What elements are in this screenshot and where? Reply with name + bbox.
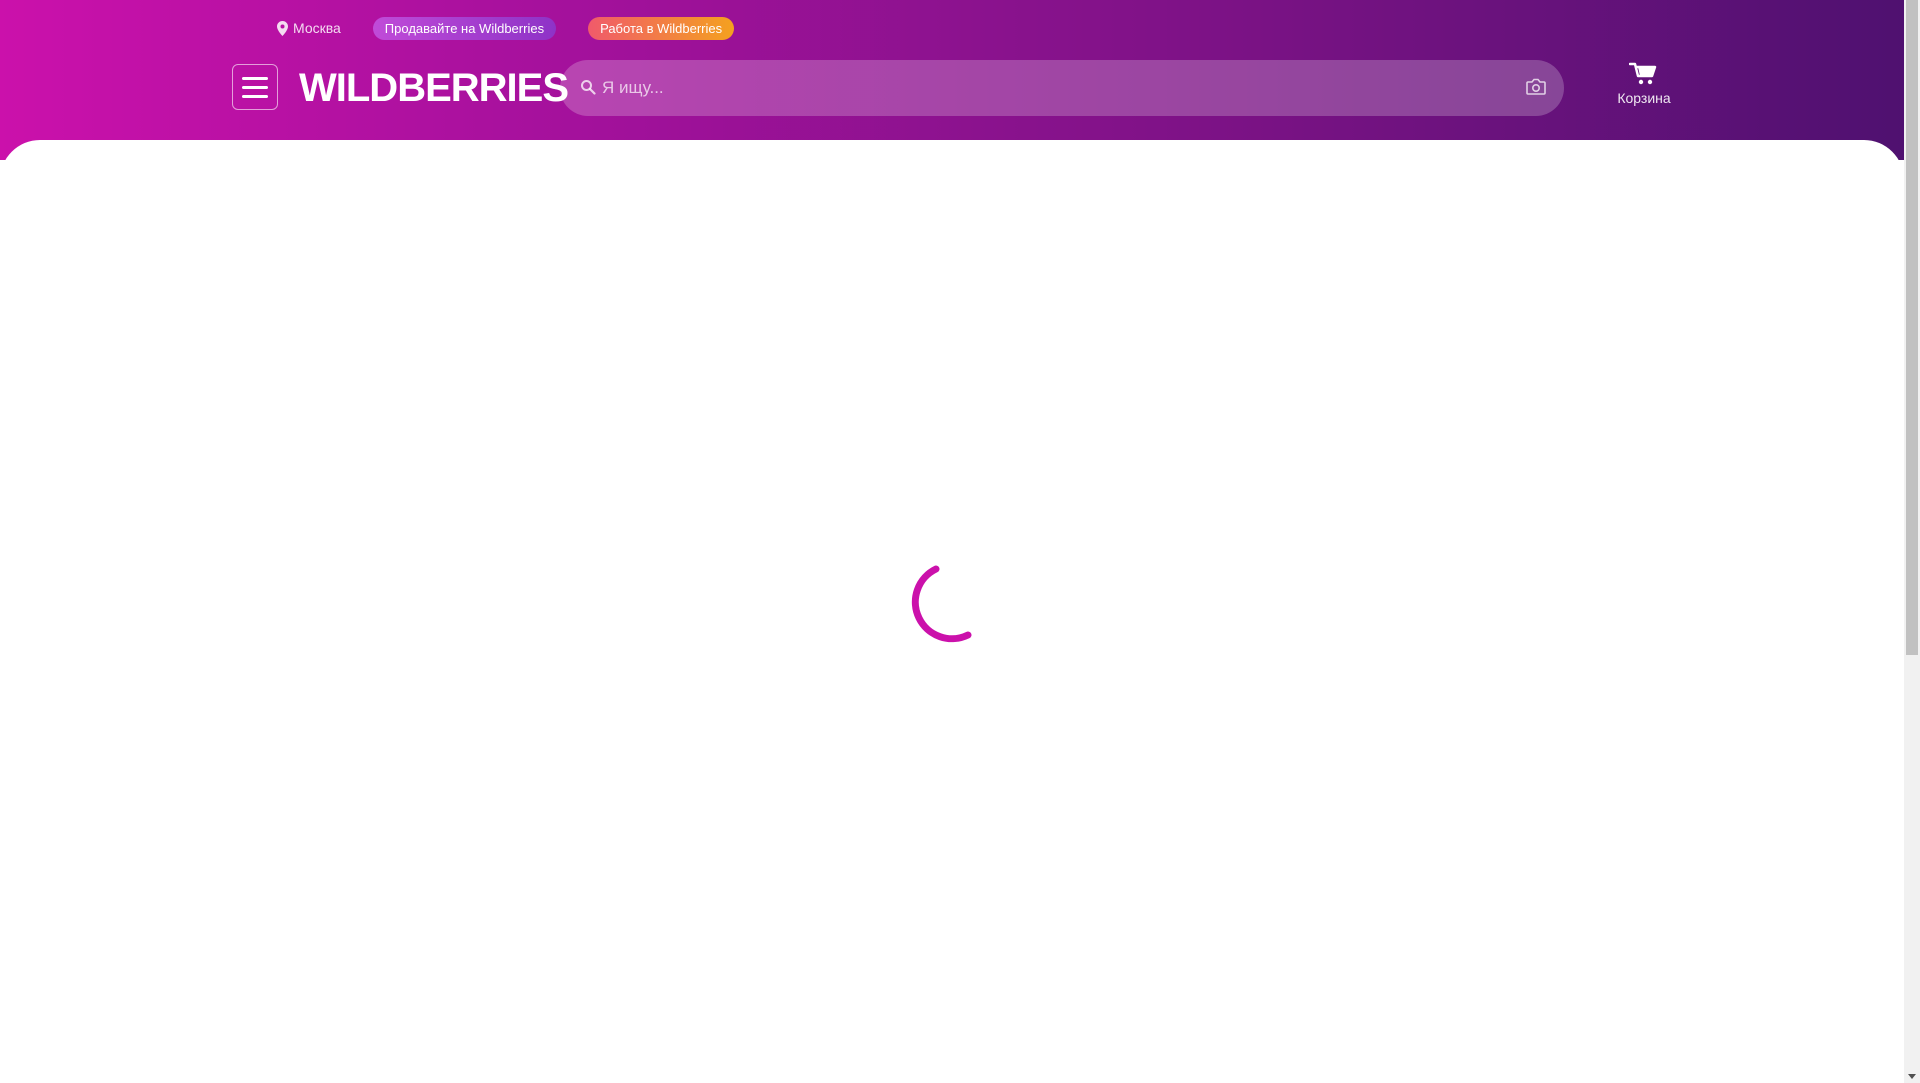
scrollbar-thumb[interactable] [1906, 0, 1918, 655]
cart-button[interactable]: Корзина [1612, 62, 1676, 106]
work-at-wildberries-link[interactable]: Работа в Wildberries [588, 16, 735, 40]
menu-button[interactable] [232, 64, 278, 110]
loading-spinner [911, 565, 972, 643]
search-icon [581, 80, 596, 95]
scroll-down-arrow-icon[interactable] [1907, 1071, 1917, 1081]
camera-icon[interactable] [1526, 78, 1546, 96]
sell-on-wildberries-link[interactable]: Продавайте на Wildberries [372, 16, 557, 40]
location-pin-icon [277, 20, 288, 36]
scrollbar[interactable] [1904, 0, 1920, 1083]
cart-icon [1629, 62, 1657, 85]
search-bar [560, 60, 1564, 116]
cart-label: Корзина [1617, 90, 1671, 106]
menu-icon [242, 76, 268, 80]
location-selector[interactable]: Москва [277, 20, 341, 36]
logo[interactable]: WILDBERRIES [299, 63, 569, 113]
topbar: Москва Продавайте на Wildberries Работа … [277, 16, 735, 40]
header: Москва Продавайте на Wildberries Работа … [0, 0, 1904, 160]
location-label: Москва [293, 20, 341, 36]
search-input[interactable] [602, 60, 1482, 116]
page: Москва Продавайте на Wildberries Работа … [0, 0, 1920, 1083]
